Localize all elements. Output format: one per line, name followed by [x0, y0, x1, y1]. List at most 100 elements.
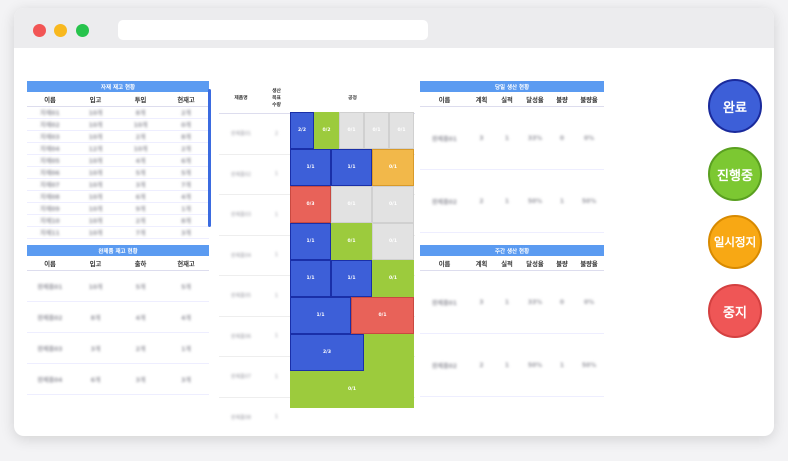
- process-step-block[interactable]: 1/1: [290, 149, 331, 186]
- process-step-block[interactable]: 0/1: [331, 223, 372, 260]
- table-cell: 3: [469, 106, 494, 170]
- table-cell: 8개: [73, 301, 118, 333]
- table-row: 완제품02 2 1 50% 1 50%: [420, 169, 605, 233]
- process-name: 완제품03: [219, 194, 263, 236]
- table-cell: 완제품04: [27, 363, 73, 395]
- table-cell: 자재05: [27, 154, 73, 167]
- stop-button[interactable]: 중지: [708, 284, 762, 338]
- table-cell: 50%: [520, 169, 550, 233]
- process-step-block[interactable]: 0/2: [314, 112, 339, 149]
- table-row: 완제품01 3 1 33% 0 0%: [420, 106, 605, 170]
- table-cell: 1: [494, 270, 520, 334]
- table-cell: 3개: [163, 226, 210, 239]
- process-column-header: 제품명: [219, 81, 263, 114]
- process-step-block[interactable]: 0/1: [331, 186, 372, 223]
- process-step-block[interactable]: 1/1: [290, 223, 331, 260]
- material-table-scrollbar[interactable]: [208, 89, 211, 227]
- table-cell: 10개: [118, 118, 163, 131]
- weekly-column-header: 불량율: [574, 256, 605, 271]
- daily-column-header: 불량: [550, 92, 574, 107]
- process-step-block[interactable]: 2/3: [290, 334, 364, 371]
- table-cell: 완제품01: [420, 106, 469, 170]
- table-cell: 12개: [73, 142, 118, 155]
- table-cell: 10개: [73, 166, 118, 179]
- table-cell: 자재07: [27, 178, 73, 191]
- table-cell: 50%: [574, 169, 605, 233]
- table-cell: 자재09: [27, 202, 73, 215]
- table-cell: 완제품02: [420, 333, 469, 397]
- close-window-button[interactable]: [33, 24, 46, 37]
- table-cell: 자재04: [27, 142, 73, 155]
- table-cell: 7개: [163, 178, 210, 191]
- process-step-block[interactable]: 0/1: [372, 260, 414, 297]
- table-cell: 1개: [163, 332, 210, 364]
- process-step-block[interactable]: 1/1: [290, 260, 331, 297]
- table-row: 완제품04 6개 3개 3개: [27, 363, 210, 395]
- process-step-block[interactable]: 0/1: [372, 149, 414, 186]
- table-cell: 8개: [163, 130, 210, 143]
- browser-chrome: [14, 8, 774, 48]
- table-cell: 3: [469, 270, 494, 334]
- table-cell: 4개: [118, 154, 163, 167]
- table-cell: 0%: [574, 106, 605, 170]
- daily-column-header: 달성율: [520, 92, 550, 107]
- process-step-block[interactable]: 0/1: [290, 371, 414, 408]
- maximize-window-button[interactable]: [76, 24, 89, 37]
- process-step-block[interactable]: 1/1: [331, 260, 372, 297]
- table-row: 자재10 10개 2개 8개: [27, 214, 210, 227]
- table-cell: 5개: [118, 270, 163, 302]
- table-row: 자재11 10개 7개 3개: [27, 226, 210, 239]
- process-step-block[interactable]: 0/1: [339, 112, 364, 149]
- table-cell: 0: [550, 106, 574, 170]
- material-stock-title: 자재 재고 현황: [27, 81, 210, 92]
- finished-column-header: 출하: [118, 256, 163, 271]
- process-step-block[interactable]: 2/2: [290, 112, 314, 149]
- table-cell: 3개: [118, 178, 163, 191]
- process-step-block[interactable]: 0/1: [351, 297, 414, 334]
- table-cell: 10개: [118, 142, 163, 155]
- table-cell: 5개: [118, 166, 163, 179]
- weekly-column-header: 불량: [550, 256, 574, 271]
- material-stock-table: 자재 재고 현황 이름 입고 투입 현재고 자재01 10개 8개 2개 자재02 10개 10개…: [27, 81, 210, 239]
- process-step-block[interactable]: 0/1: [389, 112, 414, 149]
- table-cell: 1: [550, 169, 574, 233]
- table-cell: 8개: [118, 106, 163, 119]
- process-name: 완제품07: [219, 356, 263, 398]
- table-cell: 4개: [163, 190, 210, 203]
- finished-column-header: 현재고: [163, 256, 210, 271]
- address-bar[interactable]: [118, 20, 428, 40]
- process-column-header: 공정: [290, 81, 415, 114]
- process-step-block[interactable]: 0/1: [372, 223, 414, 260]
- table-cell: 자재06: [27, 166, 73, 179]
- minimize-window-button[interactable]: [54, 24, 67, 37]
- table-cell: 4개: [163, 301, 210, 333]
- process-step-block[interactable]: 0/1: [364, 112, 389, 149]
- process-step-block[interactable]: 1/1: [290, 297, 351, 334]
- table-row: 자재08 10개 6개 4개: [27, 190, 210, 203]
- process-step-block[interactable]: 0/3: [290, 186, 331, 223]
- process-qty: 1: [263, 316, 290, 357]
- table-row: 자재02 10개 10개 0개: [27, 118, 210, 131]
- table-cell: 완제품02: [27, 301, 73, 333]
- process-name: 완제품08: [219, 397, 263, 436]
- table-cell: 6개: [118, 190, 163, 203]
- in-progress-button[interactable]: 진행중: [708, 147, 762, 201]
- table-cell: 완제품01: [420, 270, 469, 334]
- complete-button[interactable]: 완료: [708, 79, 762, 133]
- process-column-header: 생산 목표 수량: [263, 81, 290, 114]
- table-cell: 9개: [118, 202, 163, 215]
- process-step-block[interactable]: 1/1: [331, 149, 372, 186]
- finished-column-header: 입고: [73, 256, 118, 271]
- process-step-block[interactable]: [364, 334, 414, 371]
- pause-button[interactable]: 일시정지: [708, 215, 762, 269]
- table-cell: 10개: [73, 154, 118, 167]
- process-step-block[interactable]: 0/1: [372, 186, 414, 223]
- table-cell: 10개: [73, 190, 118, 203]
- process-name: 완제품01: [219, 113, 263, 155]
- table-cell: 10개: [73, 214, 118, 227]
- table-cell: 10개: [73, 178, 118, 191]
- table-row: 자재06 10개 5개 5개: [27, 166, 210, 179]
- daily-production-table: 당일 생산 현황 이름 계획 실적 달성율 불량 불량율 완제품01 3 1 33% 0 0% 완제품…: [420, 81, 605, 233]
- weekly-production-table: 주간 생산 현황 이름 계획 실적 달성율 불량 불량율 완제품01 3 1 33% 0 0% 완제품…: [420, 245, 605, 397]
- table-cell: 0%: [574, 270, 605, 334]
